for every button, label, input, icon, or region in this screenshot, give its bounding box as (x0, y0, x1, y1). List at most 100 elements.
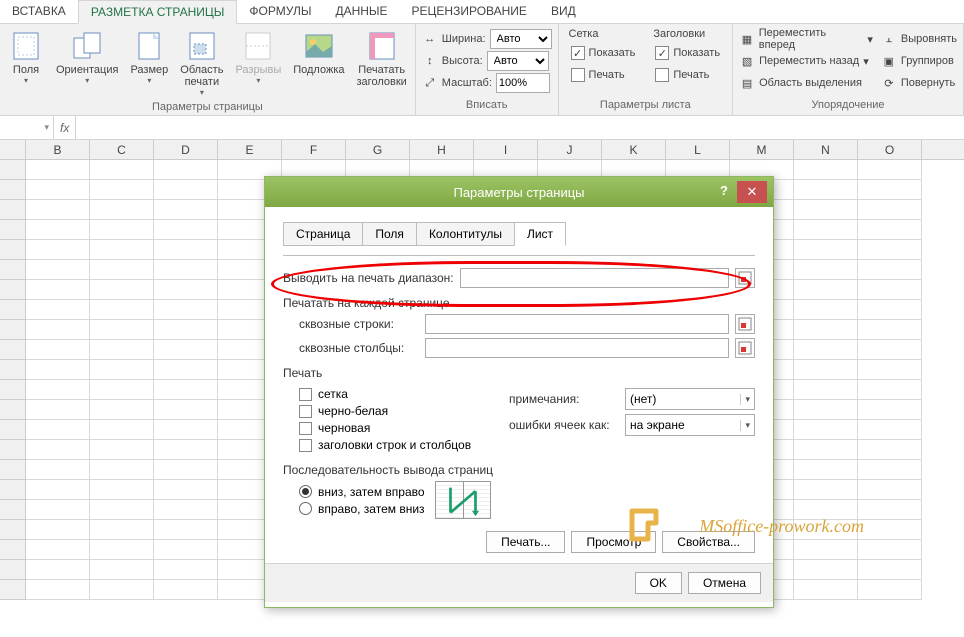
row-header[interactable] (0, 560, 25, 580)
through-cols-input[interactable] (425, 338, 729, 358)
row-header[interactable] (0, 580, 25, 600)
col-header[interactable]: I (474, 140, 538, 159)
row-header[interactable] (0, 400, 25, 420)
through-rows-picker-button[interactable] (735, 314, 755, 334)
chk-rowcol[interactable] (299, 439, 312, 452)
order-across-radio[interactable] (299, 502, 312, 515)
row-header[interactable] (0, 460, 25, 480)
order-across-label: вправо, затем вниз (318, 502, 425, 516)
print-titles-button[interactable]: Печататьзаголовки (353, 28, 411, 90)
row-header[interactable] (0, 320, 25, 340)
tab-page-layout[interactable]: РАЗМЕТКА СТРАНИЦЫ (78, 0, 238, 24)
tab-review[interactable]: РЕЦЕНЗИРОВАНИЕ (400, 0, 539, 23)
row-header[interactable] (0, 520, 25, 540)
col-header[interactable]: K (602, 140, 666, 159)
print-button[interactable]: Печать... (486, 531, 565, 553)
tab-formulas[interactable]: ФОРМУЛЫ (237, 0, 323, 23)
col-header[interactable]: J (538, 140, 602, 159)
dialog-tab-page[interactable]: Страница (283, 222, 363, 246)
breaks-button[interactable]: Разрывы▾ (231, 28, 285, 87)
row-header[interactable] (0, 380, 25, 400)
formula-bar: ▾ fx (0, 116, 964, 140)
dialog-tabs: Страница Поля Колонтитулы Лист (283, 222, 755, 246)
headings-show-check[interactable]: ✓ (655, 46, 669, 60)
order-down-radio[interactable] (299, 485, 312, 498)
chk-rowcol-label: заголовки строк и столбцов (318, 438, 471, 452)
gridlines-print-check[interactable] (571, 68, 585, 82)
height-icon: ↕ (422, 53, 438, 69)
print-range-input[interactable] (460, 268, 729, 288)
col-header[interactable]: B (26, 140, 90, 159)
tab-insert[interactable]: ВСТАВКА (0, 0, 78, 23)
col-header[interactable]: F (282, 140, 346, 159)
ok-button[interactable]: OK (635, 572, 682, 594)
formula-input[interactable] (75, 116, 964, 139)
col-header[interactable]: H (410, 140, 474, 159)
col-header[interactable]: E (218, 140, 282, 159)
chk-draft[interactable] (299, 422, 312, 435)
group-button[interactable]: ▣Группиров (879, 50, 959, 72)
notes-combo[interactable]: (нет)▾ (625, 388, 755, 410)
rotate-button[interactable]: ⟳Повернуть (879, 72, 959, 94)
print-area-button[interactable]: Областьпечати▾ (176, 28, 227, 99)
through-rows-input[interactable] (425, 314, 729, 334)
col-header[interactable]: O (858, 140, 922, 159)
margins-button[interactable]: Поля▾ (4, 28, 48, 87)
errors-combo[interactable]: на экране▾ (625, 414, 755, 436)
dialog-help-button[interactable]: ? (715, 183, 733, 198)
name-box[interactable]: ▾ (0, 116, 54, 139)
size-button[interactable]: Размер▾ (126, 28, 172, 87)
col-header[interactable]: D (154, 140, 218, 159)
row-header[interactable] (0, 240, 25, 260)
print-range-picker-button[interactable] (735, 268, 755, 288)
print-titles-icon (366, 30, 398, 62)
row-header[interactable] (0, 160, 25, 180)
gridlines-show-check[interactable]: ✓ (571, 46, 585, 60)
height-combo[interactable]: Авто (487, 51, 549, 71)
row-header[interactable] (0, 360, 25, 380)
selection-pane-button[interactable]: ▤Область выделения (737, 72, 875, 94)
tab-data[interactable]: ДАННЫЕ (323, 0, 399, 23)
row-header[interactable] (0, 200, 25, 220)
dialog-tab-headerfooter[interactable]: Колонтитулы (416, 222, 515, 246)
row-header[interactable] (0, 440, 25, 460)
orientation-label: Ориентация (56, 64, 118, 76)
print-titles-label: Печататьзаголовки (357, 64, 407, 88)
col-header[interactable]: N (794, 140, 858, 159)
row-header[interactable] (0, 540, 25, 560)
fx-button[interactable]: fx (54, 121, 75, 135)
bring-forward-button[interactable]: ▦Переместить вперед ▾ (737, 28, 875, 50)
print-area-label: Областьпечати (180, 64, 223, 88)
row-header[interactable] (0, 260, 25, 280)
through-cols-picker-button[interactable] (735, 338, 755, 358)
row-header[interactable] (0, 220, 25, 240)
chk-grid[interactable] (299, 388, 312, 401)
col-header[interactable]: G (346, 140, 410, 159)
dialog-titlebar[interactable]: Параметры страницы ? ✕ (265, 177, 773, 207)
dialog-close-button[interactable]: ✕ (737, 181, 767, 203)
row-header[interactable] (0, 300, 25, 320)
orientation-button[interactable]: Ориентация▾ (52, 28, 122, 87)
row-header[interactable] (0, 480, 25, 500)
tab-view[interactable]: ВИД (539, 0, 588, 23)
background-button[interactable]: Подложка (289, 28, 348, 78)
row-header[interactable] (0, 280, 25, 300)
row-header[interactable] (0, 420, 25, 440)
scale-input[interactable] (496, 73, 550, 93)
align-button[interactable]: ⫠Выровнять (879, 28, 959, 50)
dialog-tab-margins[interactable]: Поля (362, 222, 417, 246)
cancel-button[interactable]: Отмена (688, 572, 761, 594)
chk-bw[interactable] (299, 405, 312, 418)
col-header[interactable]: C (90, 140, 154, 159)
row-header[interactable] (0, 340, 25, 360)
orientation-icon (71, 30, 103, 62)
headings-print-check[interactable] (655, 68, 669, 82)
row-header[interactable] (0, 180, 25, 200)
col-header[interactable]: L (666, 140, 730, 159)
row-header[interactable] (0, 500, 25, 520)
width-combo[interactable]: Авто (490, 29, 552, 49)
dialog-tab-sheet[interactable]: Лист (514, 222, 566, 246)
send-backward-button[interactable]: ▧Переместить назад ▾ (737, 50, 875, 72)
col-header[interactable]: M (730, 140, 794, 159)
margins-label: Поля (13, 64, 39, 76)
